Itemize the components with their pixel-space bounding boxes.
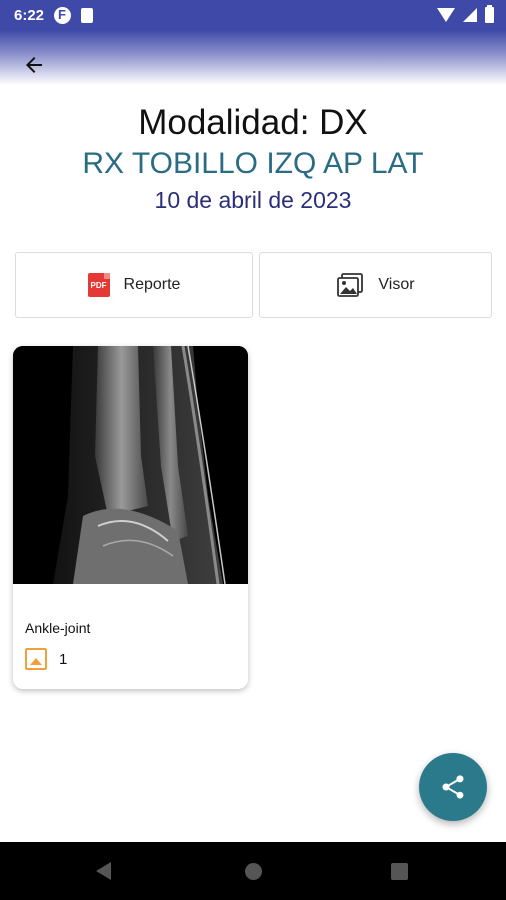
series-count-row: 1	[25, 648, 67, 670]
back-button[interactable]	[18, 50, 50, 80]
report-button[interactable]: PDF Reporte	[15, 252, 253, 318]
series-label: Ankle-joint	[25, 620, 91, 636]
signal-icon	[463, 8, 477, 22]
study-date: 10 de abril de 2023	[154, 187, 352, 213]
report-button-label: Reporte	[123, 276, 181, 293]
system-nav-bar	[0, 842, 506, 900]
app-bar	[0, 30, 506, 85]
viewer-button-label: Visor	[378, 276, 415, 293]
arrow-back-icon	[26, 57, 42, 73]
battery-icon	[485, 5, 494, 23]
study-header: Modalidad: DX RX TOBILLO IZQ AP LAT 10 d…	[0, 102, 506, 215]
status-time: 6:22	[14, 6, 45, 24]
app-f-icon	[54, 6, 72, 24]
modality-heading: Modalidad: DX	[138, 103, 368, 142]
wifi-icon	[437, 8, 455, 22]
status-bar: 6:22	[0, 0, 506, 30]
series-image-count: 1	[59, 650, 68, 668]
xray-image	[13, 346, 248, 584]
gallery-icon	[337, 273, 364, 297]
xray-thumbnail	[13, 346, 248, 584]
image-icon	[25, 648, 47, 670]
status-right	[437, 5, 494, 23]
status-left: 6:22	[14, 6, 94, 24]
sd-card-icon	[81, 7, 94, 23]
series-card[interactable]: Ankle-joint 1	[13, 346, 248, 689]
nav-recents-icon[interactable]	[391, 863, 408, 880]
study-title: RX TOBILLO IZQ AP LAT	[82, 147, 424, 180]
share-icon	[442, 775, 464, 799]
nav-home-icon[interactable]	[245, 863, 262, 880]
share-button[interactable]	[419, 753, 487, 821]
viewer-button[interactable]: Visor	[259, 252, 492, 318]
nav-back-icon[interactable]	[96, 862, 111, 880]
pdf-icon: PDF	[87, 273, 110, 297]
